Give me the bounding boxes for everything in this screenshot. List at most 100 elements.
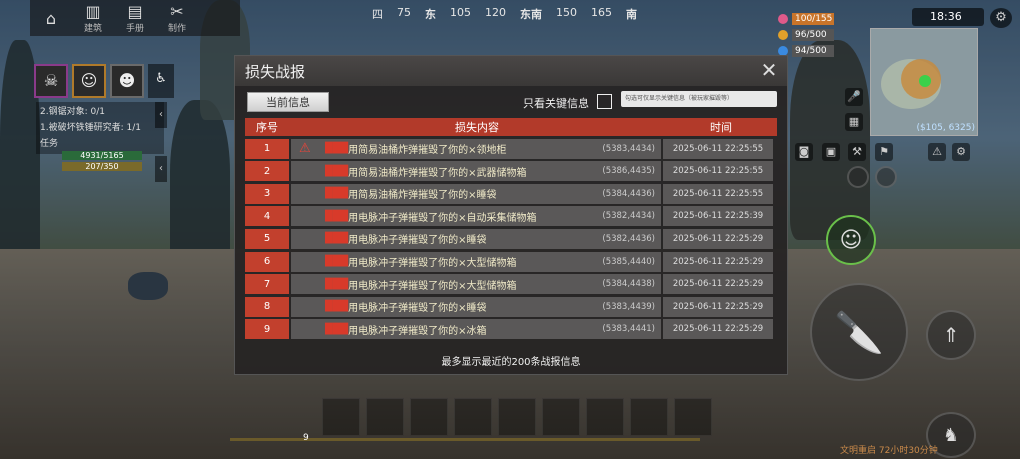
- tool-icon[interactable]: ⚒: [848, 143, 866, 161]
- hotbar-slot[interactable]: [674, 398, 712, 436]
- home-button[interactable]: ⌂: [30, 0, 72, 36]
- row-number: 4: [245, 206, 289, 227]
- flag-icon[interactable]: ⚑: [875, 143, 893, 161]
- hotbar-slot[interactable]: [630, 398, 668, 436]
- table-row[interactable]: 4 ███ 用电脉冲子弹摧毁了你的×自动采集储物箱 (5382,4434) 2025-0…: [245, 206, 777, 227]
- action-slot-button[interactable]: [875, 166, 897, 188]
- hotbar-slot[interactable]: [498, 398, 536, 436]
- table-row[interactable]: 9 ███ 用电脉冲子弹摧毁了你的×冰箱 (5383,4441) 2025-06-11 …: [245, 319, 777, 340]
- building-button[interactable]: ▥ 建筑: [72, 0, 114, 36]
- avatar[interactable]: ☺: [72, 64, 106, 98]
- row-number: 2: [245, 161, 289, 182]
- hotbar-slot[interactable]: [322, 398, 360, 436]
- row-number: 1: [245, 138, 289, 159]
- food-icon: [778, 29, 788, 40]
- knife-icon: 🔪: [834, 309, 884, 356]
- settings-button[interactable]: ⚙: [990, 8, 1012, 28]
- row-content: ███ 用电脉冲子弹摧毁了你的×大型储物箱 (5384,4438): [291, 274, 661, 295]
- table-row[interactable]: 5 ███ 用电脉冲子弹摧毁了你的×睡袋 (5382,4436) 2025-06-11 …: [245, 228, 777, 249]
- header-no: 序号: [256, 121, 278, 134]
- loss-coordinates: (5382,4436): [602, 233, 655, 244]
- energy-stat: 96/500: [778, 28, 834, 41]
- player-marker-icon: [919, 75, 931, 87]
- table-row[interactable]: 8 ███ 用电脉冲子弹摧毁了你的×睡袋 (5383,4439) 2025-06-11 …: [245, 296, 777, 317]
- microphone-icon[interactable]: 🎤: [845, 88, 863, 106]
- row-number: 5: [245, 228, 289, 249]
- craft-button[interactable]: ✂ 制作: [156, 0, 198, 36]
- attacker-name: ███: [325, 278, 349, 290]
- action-slot-button[interactable]: [847, 166, 869, 188]
- accessibility-icon[interactable]: ♿: [148, 64, 174, 98]
- attacker-name: ███: [325, 143, 349, 155]
- loss-message: 用电脉冲子弹摧毁了你的×大型储物箱: [348, 258, 517, 270]
- xp-bar: 207/350: [62, 162, 142, 171]
- compass-strip: 四 75 东 105 120 东南 150 165 南: [372, 6, 637, 21]
- attacker-name: ███: [325, 210, 349, 222]
- row-number: 3: [245, 183, 289, 204]
- dialog-title: 损失战报: [245, 62, 306, 81]
- row-content: ███ 用简易油桶炸弹摧毁了你的×武器储物箱 (5386,4435): [291, 161, 661, 182]
- hotbar-slot[interactable]: [366, 398, 404, 436]
- game-clock: 18:36: [912, 8, 984, 26]
- collapse-arrow-icon[interactable]: ‹: [155, 102, 167, 128]
- emote-button[interactable]: ☺: [826, 215, 876, 265]
- row-time: 2025-06-11 22:25:39: [663, 206, 773, 227]
- event-timer: 文明重启 72小时30分钟: [840, 446, 938, 456]
- row-number: 9: [245, 319, 289, 340]
- table-row[interactable]: 6 ███ 用电脉冲子弹摧毁了你的×大型储物箱 (5385,4440) 2025-06-…: [245, 251, 777, 272]
- jump-button[interactable]: ⇑: [926, 310, 976, 360]
- table-row[interactable]: 3 ███ 用简易油桶炸弹摧毁了你的×睡袋 (5384,4436) 2025-06-11…: [245, 183, 777, 204]
- warning-icon: ⚠: [299, 140, 311, 156]
- row-content: ███ 用电脉冲子弹摧毁了你的×大型储物箱 (5385,4440): [291, 251, 661, 272]
- loss-coordinates: (5382,4434): [602, 211, 655, 222]
- close-button[interactable]: ✕: [759, 60, 779, 80]
- collapse-arrow-icon[interactable]: ‹: [155, 156, 167, 182]
- hotbar-slot[interactable]: [454, 398, 492, 436]
- hotbar-slot[interactable]: [586, 398, 624, 436]
- minimap[interactable]: ($105, 6325): [870, 28, 978, 136]
- row-number: 8: [245, 296, 289, 317]
- book-icon: ▤: [127, 2, 143, 21]
- row-number: 6: [245, 251, 289, 272]
- quest-tracker[interactable]: 2.钢锯对象: 0/1 1.被破坏铁锤研究者: 1/1 任务: [36, 102, 164, 154]
- footer-note: 最多显示最近的200条战报信息: [441, 357, 581, 368]
- row-time: 2025-06-11 22:25:29: [663, 274, 773, 295]
- loss-message: 用电脉冲子弹摧毁了你的×睡袋: [348, 235, 487, 247]
- team-avatars: ☠ ☺ ☻ ♿: [34, 64, 174, 98]
- key-only-checkbox[interactable]: [597, 94, 612, 109]
- row-content: ███ 用电脉冲子弹摧毁了你的×睡袋 (5383,4439): [291, 296, 661, 317]
- alert-icon[interactable]: ⚠: [928, 143, 946, 161]
- quest-line: 1.被破坏铁锤研究者: 1/1: [40, 123, 141, 133]
- table-body: 1 ⚠ ███ 用简易油桶炸弹摧毁了你的×领地柜 (5383,4434) 2025-06-…: [245, 138, 777, 340]
- row-time: 2025-06-11 22:25:29: [663, 228, 773, 249]
- heart-icon: [778, 13, 788, 24]
- hotbar-slot[interactable]: [542, 398, 580, 436]
- gear-icon: ⚙: [995, 10, 1007, 25]
- loss-coordinates: (5383,4439): [602, 301, 655, 312]
- avatar[interactable]: ☠: [34, 64, 68, 98]
- hotbar-slot[interactable]: [410, 398, 448, 436]
- table-row[interactable]: 1 ⚠ ███ 用简易油桶炸弹摧毁了你的×领地柜 (5383,4434) 2025-06-…: [245, 138, 777, 159]
- building-icon: ▥: [85, 2, 101, 21]
- attack-button[interactable]: 🔪: [810, 283, 908, 381]
- row-content: ███ 用电脉冲子弹摧毁了你的×冰箱 (5383,4441): [291, 319, 661, 340]
- row-time: 2025-06-11 22:25:29: [663, 319, 773, 340]
- tab-current-info[interactable]: 当前信息: [247, 92, 329, 112]
- water-icon: [778, 45, 788, 56]
- row-content: ███ 用简易油桶炸弹摧毁了你的×睡袋 (5384,4436): [291, 183, 661, 204]
- attacker-name: ███: [325, 188, 349, 200]
- table-row[interactable]: 2 ███ 用简易油桶炸弹摧毁了你的×武器储物箱 (5386,4435) 2025-06…: [245, 161, 777, 182]
- quest-line: 2.钢锯对象: 0/1: [40, 107, 105, 117]
- close-icon: ✕: [760, 58, 778, 82]
- emote-icon: ☺: [839, 227, 863, 253]
- manual-button[interactable]: ▤ 手册: [114, 0, 156, 36]
- avatar[interactable]: ☻: [110, 64, 144, 98]
- attacker-name: ███: [325, 165, 349, 177]
- row-time: 2025-06-11 22:25:55: [663, 138, 773, 159]
- map-icon[interactable]: ▦: [845, 113, 863, 131]
- gear-icon[interactable]: ⚙: [952, 143, 970, 161]
- row-time: 2025-06-11 22:25:29: [663, 296, 773, 317]
- table-row[interactable]: 7 ███ 用电脉冲子弹摧毁了你的×大型储物箱 (5384,4438) 2025-06-…: [245, 274, 777, 295]
- bag-icon[interactable]: ▣: [822, 143, 840, 161]
- camera-icon[interactable]: ◙: [795, 143, 813, 161]
